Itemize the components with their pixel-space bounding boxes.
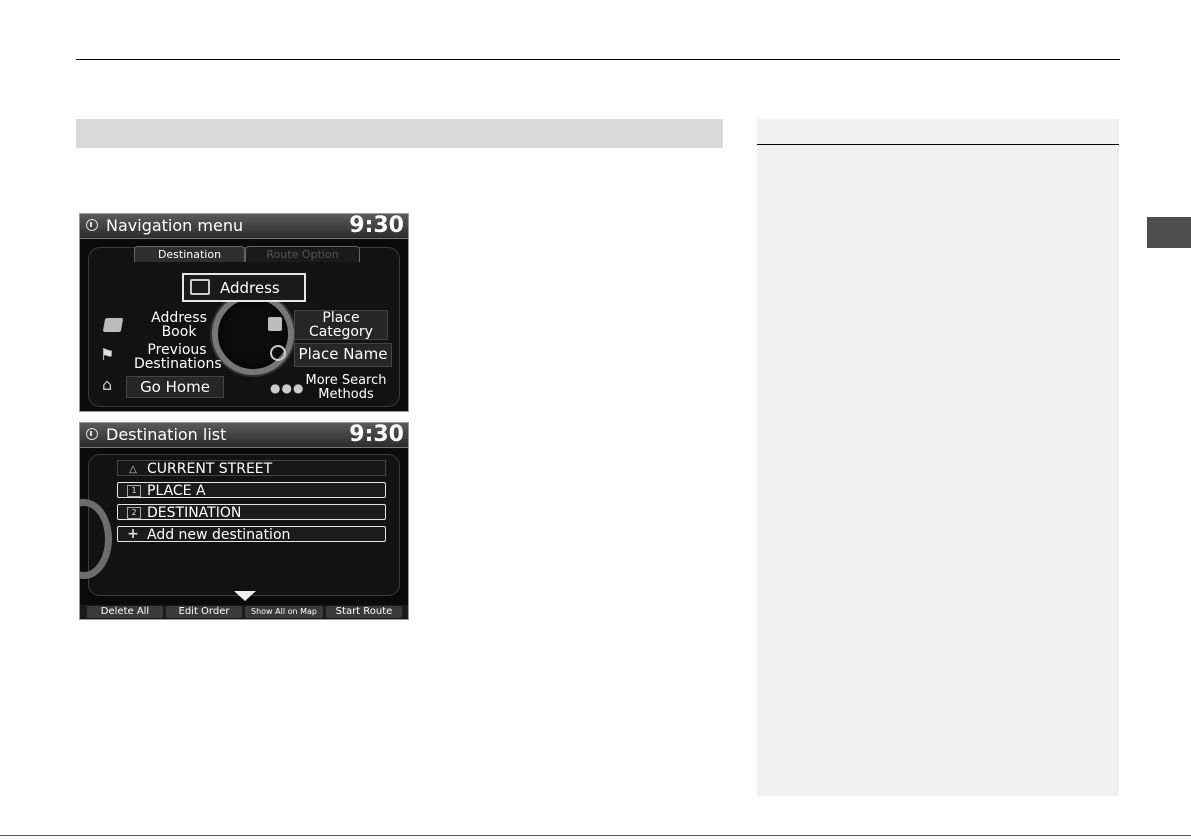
place-search-icon: [270, 345, 286, 361]
address-button[interactable]: Address: [182, 273, 306, 302]
previous-destinations-button[interactable]: ⚑ Previous Destinations: [100, 342, 222, 372]
more-dots-icon: ●●●: [270, 381, 305, 395]
list-item-label: Add new destination: [147, 527, 291, 543]
list-item[interactable]: 2 DESTINATION: [117, 504, 386, 521]
clock: 9:30: [349, 422, 404, 447]
side-note-panel: [757, 119, 1119, 796]
go-home-label: Go Home: [126, 376, 224, 398]
delete-all-button[interactable]: Delete All: [87, 606, 163, 618]
scroll-down-icon[interactable]: [234, 591, 256, 601]
list-item-label: DESTINATION: [147, 505, 242, 521]
address-label: Address: [220, 279, 280, 297]
book-icon: [102, 318, 124, 332]
show-all-on-map-button[interactable]: Show All on Map: [245, 606, 323, 618]
place-name-button[interactable]: Place Name: [270, 343, 392, 367]
navigation-menu-screen: Navigation menu 9:30 Destination Route O…: [79, 213, 409, 412]
tab-route-option[interactable]: Route Option: [245, 246, 360, 262]
address-book-line1: Address: [151, 310, 207, 326]
previous-line2: Destinations: [134, 356, 222, 372]
place-category-line2: Category: [309, 324, 373, 340]
destination-list-screen: Destination list 9:30 △ CURRENT STREET 1…: [79, 422, 409, 620]
more-search-line1: More Search: [305, 373, 387, 388]
waypoint-1-icon: 1: [127, 485, 141, 497]
navigation-icon: [86, 428, 98, 440]
bottom-button-bar: Delete All Edit Order Show All on Map St…: [80, 605, 408, 619]
list-item-label: CURRENT STREET: [147, 461, 273, 477]
place-category-line1: Place: [322, 310, 360, 326]
address-book-line2: Book: [161, 324, 197, 340]
current-location-icon: △: [129, 464, 137, 475]
section-header-bar: [76, 119, 723, 148]
side-note-header: [757, 119, 1119, 145]
list-item[interactable]: △ CURRENT STREET: [117, 460, 386, 477]
title-bar: Destination list 9:30: [80, 423, 408, 448]
list-item[interactable]: + Add new destination: [117, 526, 386, 543]
bottom-rule: [0, 835, 1191, 836]
list-item[interactable]: 1 PLACE A: [117, 482, 386, 499]
home-icon: ⌂: [102, 375, 113, 394]
chapter-edge-tab: [1147, 217, 1191, 248]
go-home-button[interactable]: ⌂ Go Home: [98, 375, 224, 398]
clock: 9:30: [349, 213, 404, 238]
previous-line1: Previous: [147, 342, 207, 358]
place-name-label: Place Name: [294, 343, 392, 367]
address-book-button[interactable]: Address Book: [102, 310, 216, 340]
title-bar: Navigation menu 9:30: [80, 214, 408, 239]
screen-title: Destination list: [106, 425, 227, 444]
screen-title: Navigation menu: [106, 216, 244, 235]
list-item-label: PLACE A: [147, 483, 206, 499]
more-search-line2: Methods: [318, 387, 374, 402]
waypoint-2-icon: 2: [127, 507, 141, 519]
checkered-flag-icon: ⚑: [100, 345, 115, 364]
start-route-button[interactable]: Start Route: [326, 606, 402, 618]
address-search-icon: [190, 279, 210, 295]
more-search-methods-button[interactable]: ●●● More Search Methods: [268, 373, 392, 403]
tab-destination[interactable]: Destination: [134, 246, 245, 262]
navigation-icon: [86, 219, 98, 231]
place-category-button[interactable]: Place Category: [268, 310, 390, 340]
plus-icon: +: [127, 526, 139, 542]
category-icon: [268, 317, 282, 331]
edit-order-button[interactable]: Edit Order: [166, 606, 242, 618]
top-rule: [76, 59, 1120, 60]
